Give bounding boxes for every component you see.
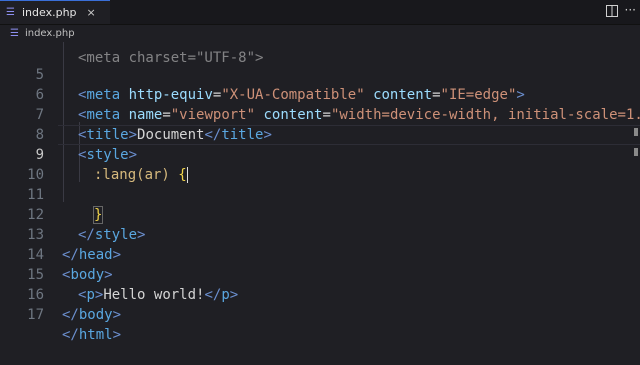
code-line: 12 </style> — [0, 185, 640, 243]
code-line: 8 <style> — [0, 105, 640, 163]
scrollbar-marker — [634, 148, 638, 156]
split-editor-icon[interactable] — [606, 5, 618, 17]
line-number: 17 — [27, 307, 44, 323]
code-line: 13 </head> — [0, 205, 640, 263]
code-line: 14 <body> — [0, 225, 640, 283]
tab-label: index.php — [22, 6, 77, 19]
more-actions-icon[interactable]: ··· — [625, 3, 636, 17]
code-line: 5 <meta http-equiv="X-UA-Compatible" con… — [0, 45, 640, 103]
code-line: 17 </html> — [0, 285, 640, 343]
code-text: </body> — [62, 307, 122, 323]
close-icon[interactable]: × — [87, 6, 96, 19]
tab-bar: ☰ index.php × ··· — [0, 0, 640, 25]
code-editor[interactable]: <meta charset="UTF-8"> 5 <meta http-equi… — [0, 42, 640, 360]
code-line: 16 </body> — [0, 265, 640, 323]
code-line: 7 <title>Document</title> — [0, 85, 640, 143]
php-file-icon: ☰ — [6, 6, 15, 18]
code-line-active: 9 :lang(ar) { — [0, 125, 640, 183]
code-line: 10 — [0, 145, 640, 183]
code-line: 15 <p>Hello world!</p> — [0, 245, 640, 303]
code-text: </html> — [62, 327, 122, 343]
tab-index-php[interactable]: ☰ index.php × — [0, 0, 110, 24]
code-line: 11 } — [0, 165, 640, 224]
scrollbar-marker — [634, 128, 638, 136]
code-line: 6 <meta name="viewport" content="width=d… — [0, 65, 640, 123]
